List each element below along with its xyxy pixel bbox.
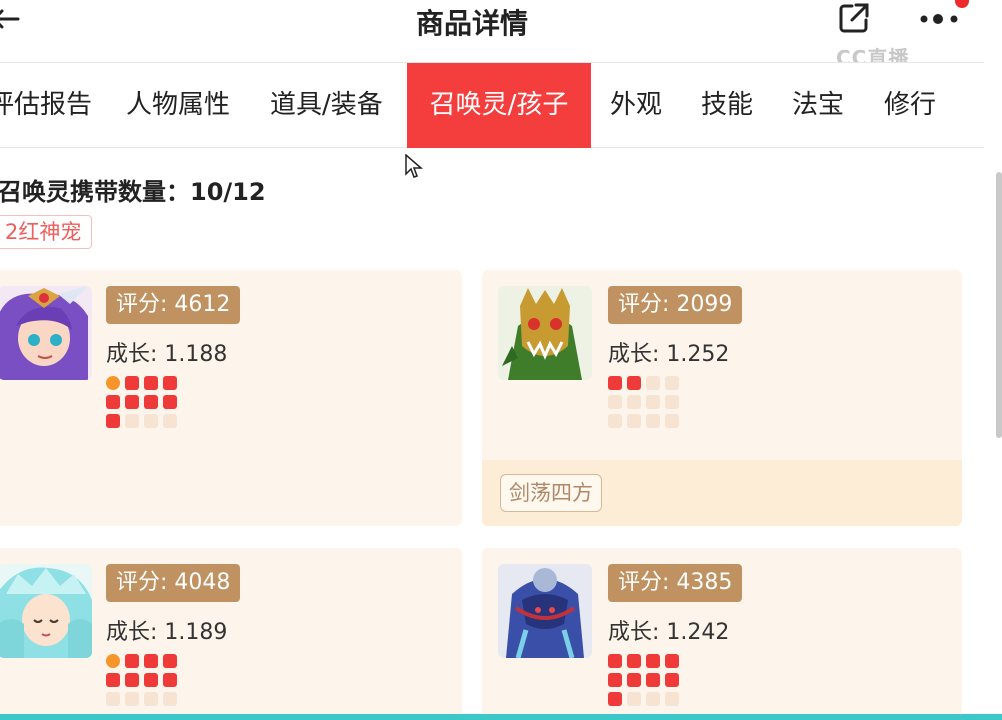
rating-dot bbox=[646, 414, 660, 428]
rating-dot bbox=[144, 654, 158, 668]
tab-cultivation[interactable]: 修行 bbox=[884, 63, 936, 148]
pet-avatar-blue-armored-warrior bbox=[498, 564, 592, 658]
rating-dot bbox=[646, 376, 660, 390]
rating-dot bbox=[106, 395, 120, 409]
pet-avatar-cyan-hair-spirit bbox=[0, 564, 92, 658]
rating-dot bbox=[646, 673, 660, 687]
rating-dot bbox=[163, 654, 177, 668]
bottom-edge-bar bbox=[0, 714, 1002, 720]
rating-dot bbox=[125, 376, 139, 390]
rating-dot bbox=[106, 692, 120, 706]
page-title: 商品详情 bbox=[415, 7, 528, 40]
rating-dot bbox=[144, 376, 158, 390]
share-icon[interactable] bbox=[836, 0, 872, 36]
notification-dot bbox=[955, 0, 969, 8]
rating-dot bbox=[665, 654, 679, 668]
summon-count-label: 召唤灵携带数量：10/12 bbox=[0, 178, 266, 206]
tab-items-equipment[interactable]: 道具/装备 bbox=[270, 63, 383, 148]
top-nav-bar: 商品详情 CC直播 bbox=[0, 0, 1002, 70]
rating-dot bbox=[646, 654, 660, 668]
rating-dot bbox=[608, 654, 622, 668]
rating-dot bbox=[608, 395, 622, 409]
rating-dot bbox=[665, 673, 679, 687]
tab-appearance[interactable]: 外观 bbox=[610, 63, 662, 148]
pet-score-badge: 评分: 2099 bbox=[608, 286, 743, 324]
rating-dot bbox=[144, 673, 158, 687]
rating-dot bbox=[627, 395, 641, 409]
rating-dot bbox=[125, 414, 139, 428]
rating-dot bbox=[125, 654, 139, 668]
tab-summons-children[interactable]: 召唤灵/孩子 bbox=[407, 63, 591, 148]
tab-evaluation-report[interactable]: 评估报告 bbox=[0, 63, 92, 148]
rating-dot bbox=[163, 376, 177, 390]
pet-growth: 成长: 1.189 bbox=[106, 620, 228, 645]
tab-character-attributes[interactable]: 人物属性 bbox=[126, 63, 230, 148]
pet-avatar-golden-demon-mask bbox=[498, 286, 592, 380]
pet-skill-footer: 剑荡四方 bbox=[482, 460, 962, 526]
pet-score-badge: 评分: 4612 bbox=[106, 286, 241, 324]
pet-card[interactable]: 评分: 4612 成长: 1.188 bbox=[0, 270, 462, 526]
pet-card[interactable]: 评分: 4385 成长: 1.242 bbox=[482, 548, 962, 720]
rating-dot bbox=[125, 692, 139, 706]
pet-growth: 成长: 1.252 bbox=[608, 342, 730, 367]
rating-dot bbox=[646, 692, 660, 706]
rating-dot bbox=[144, 395, 158, 409]
pet-avatar-purple-hair-girl bbox=[0, 286, 92, 380]
rating-dot bbox=[106, 376, 120, 390]
rating-dot bbox=[665, 414, 679, 428]
pet-card[interactable]: 评分: 4048 成长: 1.189 bbox=[0, 548, 462, 720]
pet-skill-tag: 剑荡四方 bbox=[500, 474, 602, 512]
rating-dot bbox=[608, 692, 622, 706]
red-pet-tag: 2红神宠 bbox=[0, 215, 93, 249]
rating-dot bbox=[627, 376, 641, 390]
rating-dot bbox=[665, 376, 679, 390]
pet-growth: 成长: 1.188 bbox=[106, 342, 228, 367]
rating-dot bbox=[646, 395, 660, 409]
rating-dot bbox=[106, 654, 120, 668]
tab-skills[interactable]: 技能 bbox=[701, 63, 753, 148]
rating-dot bbox=[665, 692, 679, 706]
rating-dot bbox=[144, 414, 158, 428]
mouse-cursor-icon bbox=[405, 154, 423, 178]
tab-bar: 评估报告 人物属性 道具/装备 召唤灵/孩子 外观 技能 法宝 修行 bbox=[0, 62, 984, 148]
rating-dot bbox=[627, 673, 641, 687]
rating-dot bbox=[163, 395, 177, 409]
pet-score-badge: 评分: 4385 bbox=[608, 564, 743, 602]
tab-magic-treasure[interactable]: 法宝 bbox=[792, 63, 844, 148]
rating-dot bbox=[106, 414, 120, 428]
rating-dot bbox=[608, 673, 622, 687]
pet-card[interactable]: 评分: 2099 成长: 1.252 剑荡四方 bbox=[482, 270, 962, 526]
rating-dot bbox=[125, 395, 139, 409]
rating-dot bbox=[665, 395, 679, 409]
rating-dot bbox=[627, 654, 641, 668]
rating-dot bbox=[163, 414, 177, 428]
rating-dot bbox=[125, 673, 139, 687]
rating-dot bbox=[163, 692, 177, 706]
pet-score-badge: 评分: 4048 bbox=[106, 564, 241, 602]
scrollbar[interactable] bbox=[996, 172, 1002, 438]
pet-growth: 成长: 1.242 bbox=[608, 620, 730, 645]
rating-dot bbox=[627, 692, 641, 706]
rating-dot bbox=[106, 673, 120, 687]
rating-dot bbox=[608, 376, 622, 390]
rating-dot bbox=[627, 414, 641, 428]
rating-dot bbox=[144, 692, 158, 706]
rating-dot bbox=[163, 673, 177, 687]
more-options-icon[interactable] bbox=[918, 8, 962, 30]
rating-dot bbox=[608, 414, 622, 428]
